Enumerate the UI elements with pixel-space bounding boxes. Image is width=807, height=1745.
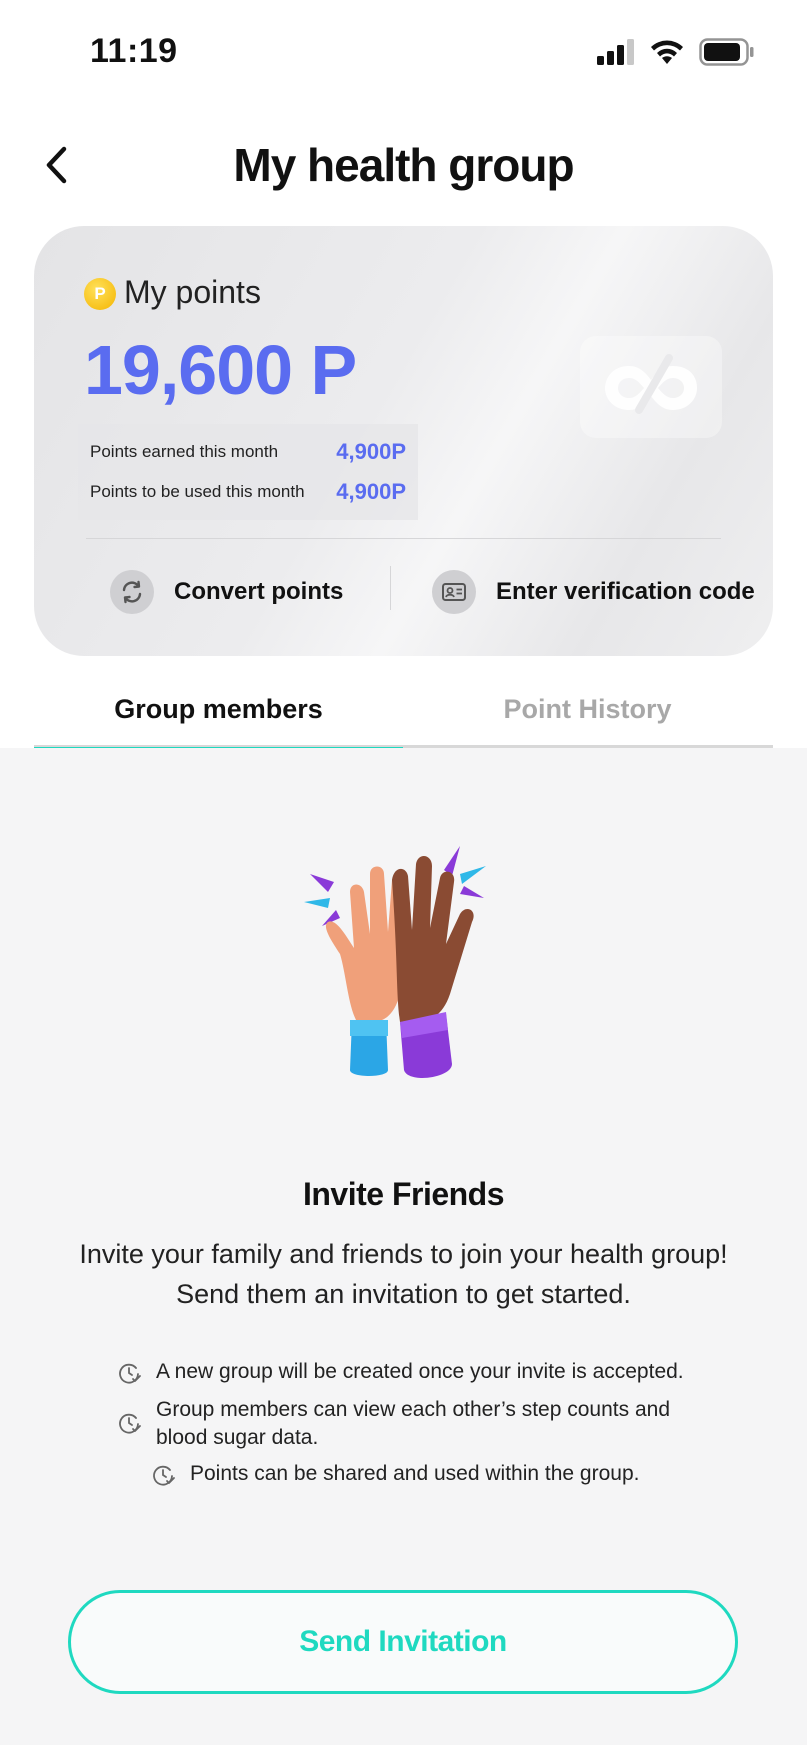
list-item: Points can be shared and used within the… xyxy=(150,1460,710,1488)
infinity-logo-icon xyxy=(605,354,697,414)
action-divider xyxy=(390,566,391,610)
wifi-icon xyxy=(651,40,683,64)
points-row-to-use: Points to be used this month 4,900P xyxy=(86,472,410,512)
signal-icon xyxy=(597,39,634,65)
list-item-text: Group members can view each other’s step… xyxy=(156,1398,670,1449)
tab-group-members[interactable]: Group members xyxy=(34,670,403,751)
card-divider xyxy=(86,538,721,539)
coin-icon: P xyxy=(84,278,116,310)
header: My health group xyxy=(0,120,807,210)
id-card-icon xyxy=(432,570,476,614)
invite-description: Invite your family and friends to join y… xyxy=(40,1234,767,1314)
high-five-illustration xyxy=(304,846,486,1078)
tab-bar: Group members Point History xyxy=(34,670,773,751)
status-time: 11:19 xyxy=(90,32,178,70)
points-total: 19,600 P xyxy=(84,331,357,409)
points-row-earned: Points earned this month 4,900P xyxy=(86,432,410,472)
list-item: Group members can view each other’s step… xyxy=(116,1396,696,1452)
my-points-label: My points xyxy=(124,274,261,310)
points-row-value: 4,900P xyxy=(336,479,406,504)
invite-description-line: Send them an invitation to get started. xyxy=(176,1279,631,1309)
enter-verification-code-button[interactable]: Enter verification code xyxy=(432,562,755,622)
status-icons xyxy=(597,38,755,66)
tab-point-history[interactable]: Point History xyxy=(403,670,772,748)
clock-check-icon xyxy=(153,1465,175,1486)
send-invitation-button[interactable]: Send Invitation xyxy=(68,1590,738,1694)
points-row-value: 4,900P xyxy=(336,439,406,464)
points-row-label: Points earned this month xyxy=(90,442,279,461)
battery-icon xyxy=(699,38,754,66)
status-bar: 11:19 xyxy=(0,0,807,100)
enter-verification-code-label: Enter verification code xyxy=(496,578,755,605)
list-item-text: A new group will be created once your in… xyxy=(156,1360,684,1383)
group-members-panel: Invite Friends Invite your family and fr… xyxy=(0,748,807,1745)
convert-icon xyxy=(110,570,154,614)
list-item: A new group will be created once your in… xyxy=(116,1358,716,1386)
list-item-text: Points can be shared and used within the… xyxy=(190,1462,640,1485)
clock-check-icon xyxy=(119,1413,141,1434)
invite-description-line: Invite your family and friends to join y… xyxy=(79,1239,728,1269)
points-card: P My points 19,600 P Points earned this … xyxy=(34,226,773,656)
clock-check-icon xyxy=(119,1363,141,1384)
invite-title: Invite Friends xyxy=(302,1176,505,1212)
convert-points-button[interactable]: Convert points xyxy=(110,562,343,622)
points-row-label: Points to be used this month xyxy=(90,482,305,501)
convert-points-label: Convert points xyxy=(174,578,344,605)
points-summary: Points earned this month 4,900P Points t… xyxy=(78,424,418,520)
brand-logo xyxy=(580,336,722,438)
page-title: My health group xyxy=(233,139,574,191)
